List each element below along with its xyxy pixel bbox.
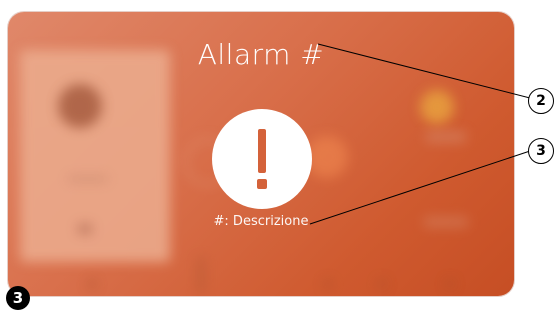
exclamation-dot — [257, 179, 267, 189]
alarm-popup: Allarm # #: Descrizione — [8, 12, 514, 296]
exclamation-icon — [212, 109, 312, 209]
background-line — [198, 257, 204, 293]
background-card — [20, 50, 170, 262]
background-bar — [426, 132, 466, 142]
background-dot — [324, 280, 332, 288]
callout-marker-title: 2 — [528, 88, 554, 114]
figure-number-badge: 3 — [6, 286, 30, 310]
alarm-title: Allarm # — [197, 38, 325, 71]
background-ring — [306, 136, 348, 178]
background-dot — [58, 84, 102, 128]
alarm-description: #: Descrizione — [213, 214, 309, 229]
background-dot — [88, 280, 96, 288]
background-dot — [378, 280, 386, 288]
background-line — [68, 177, 108, 181]
callout-marker-description: 3 — [528, 138, 554, 164]
screen: Allarm # #: Descrizione 2 3 3 — [0, 0, 558, 311]
background-indicator — [420, 90, 454, 124]
exclamation-bar — [258, 129, 266, 173]
background-dot — [446, 280, 454, 288]
